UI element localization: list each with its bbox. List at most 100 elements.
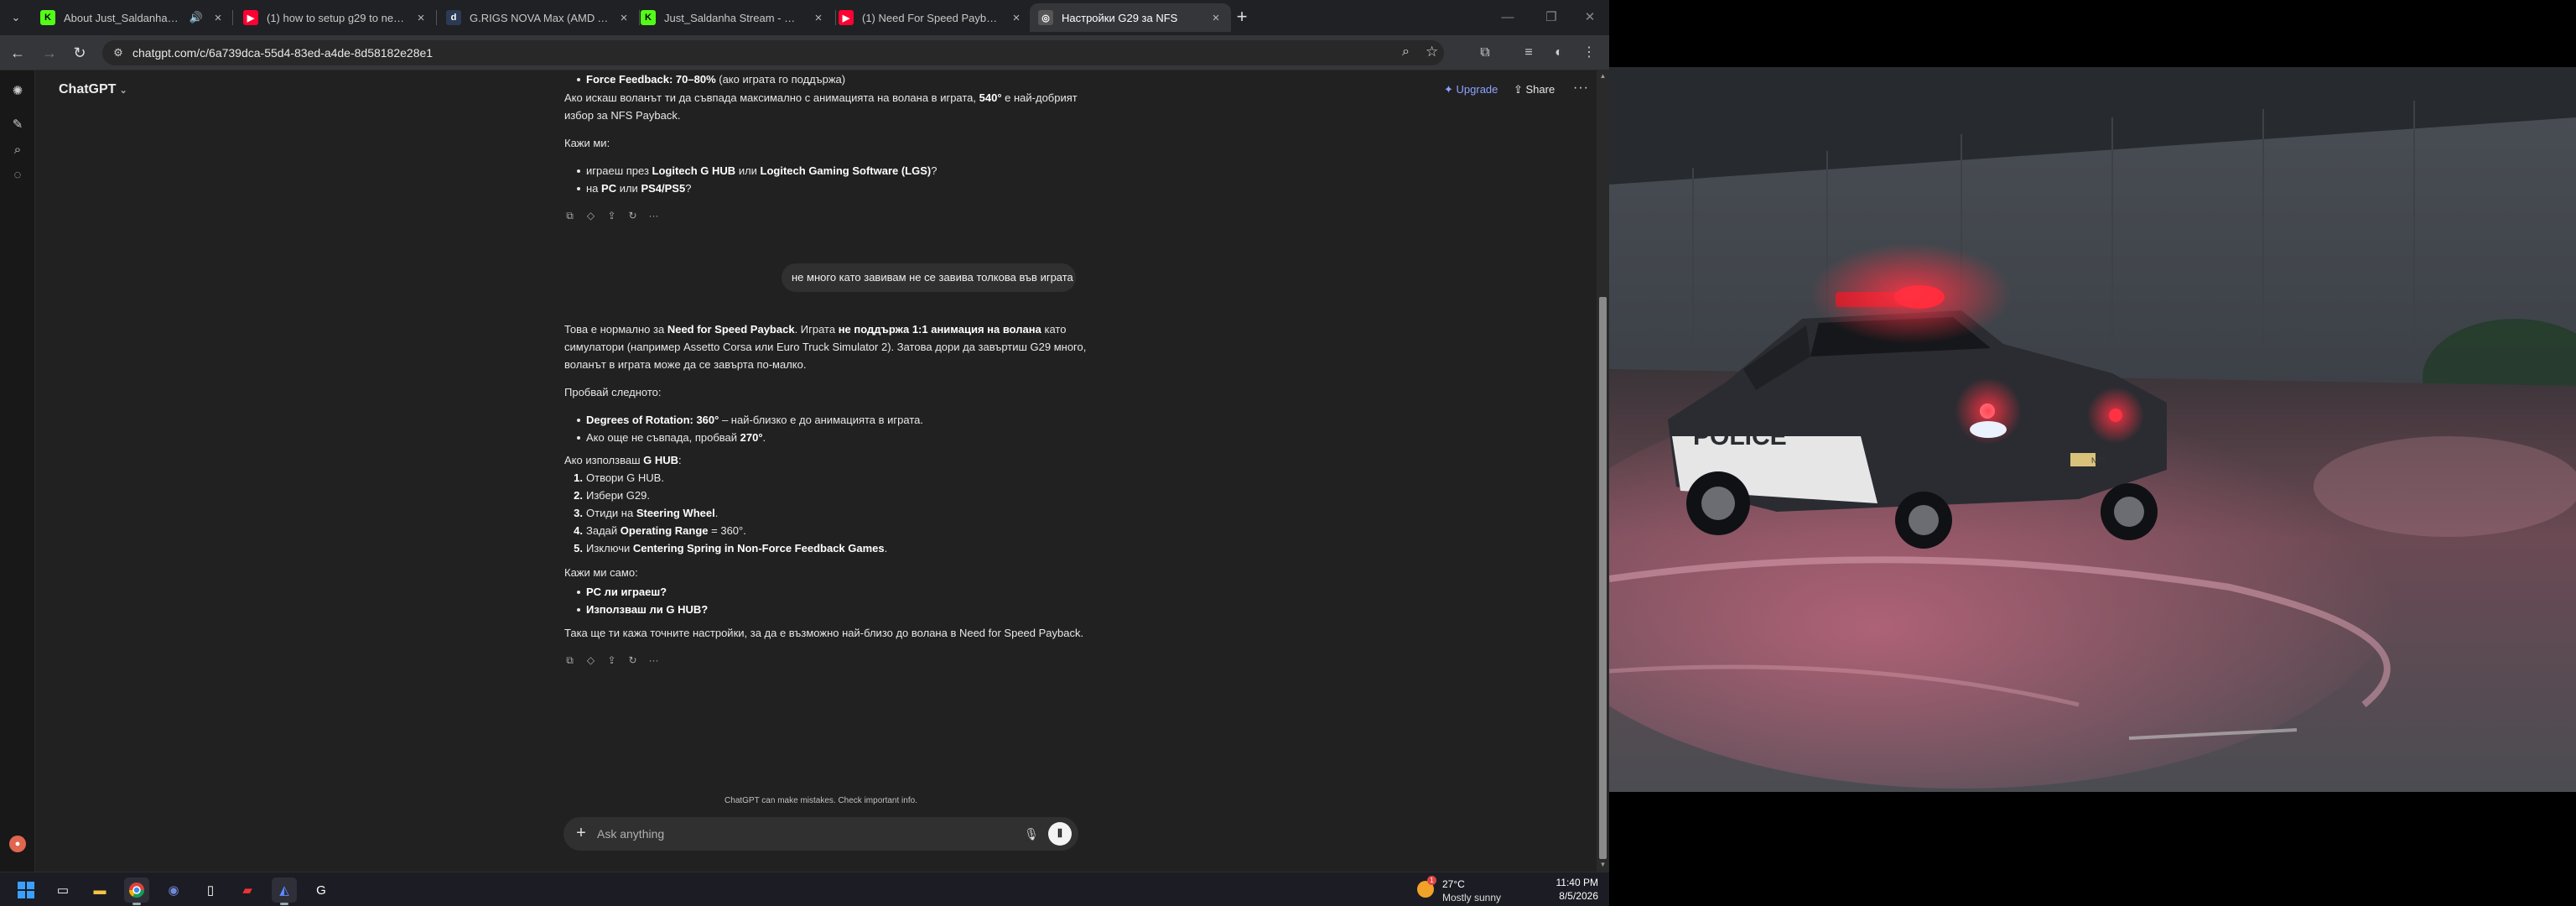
police-car-scene: NFS POLICE: [1609, 67, 2576, 792]
tab-kick-about[interactable]: K About Just_Saldanha - Watch 🔊 ×: [32, 3, 233, 32]
tab-search-icon[interactable]: ⌄: [5, 7, 27, 29]
speaker-icon[interactable]: 🔊: [190, 11, 203, 24]
tab-title: (1) how to setup g29 to need fo: [267, 11, 406, 24]
disclaimer: ChatGPT can make mistakes. Check importa…: [724, 796, 917, 805]
regenerate-icon[interactable]: ↻: [627, 207, 638, 221]
url-text[interactable]: chatgpt.com/c/6a739dca-55d4-83ed-a4de-8d…: [132, 46, 433, 60]
thumbs-icon[interactable]: ◇: [585, 207, 596, 221]
ordered-item: 5. Изключи Centering Spring in Non-Force …: [574, 542, 888, 555]
tab-kick-stream[interactable]: K Just_Saldanha Stream - Watch ×: [632, 3, 834, 32]
close-tab-icon[interactable]: ×: [617, 11, 631, 25]
paragraph: симулатори (например Assetto Corsa или E…: [564, 341, 1087, 353]
address-bar[interactable]: ⚙ chatgpt.com/c/6a739dca-55d4-83ed-a4de-…: [102, 40, 1444, 65]
profile-icon[interactable]: ◐: [1548, 42, 1570, 64]
notepad-icon[interactable]: ▯: [198, 877, 223, 903]
game-screenshot-panel: NFS POLICE: [1609, 0, 2576, 906]
add-attachment-icon[interactable]: +: [572, 824, 590, 842]
prompt-input[interactable]: [597, 825, 983, 842]
library-icon[interactable]: ◌: [8, 166, 27, 185]
discord-icon[interactable]: ◉: [161, 877, 186, 903]
share-button[interactable]: ⇪ Share: [1514, 83, 1555, 96]
close-tab-icon[interactable]: ×: [812, 11, 825, 25]
minimize-button[interactable]: —: [1491, 7, 1524, 29]
police-text: POLICE: [1693, 423, 1787, 450]
tab-strip: ⌄ K About Just_Saldanha - Watch 🔊 × ▶ (1…: [0, 0, 1609, 35]
chatgpt-logo-icon[interactable]: ✺: [8, 82, 27, 101]
list-item: Degrees of Rotation: 360° – най-близко е…: [577, 411, 923, 429]
weather-widget[interactable]: 1 27°C Mostly sunny: [1417, 876, 1535, 904]
scrollbar[interactable]: ▲ ▼: [1597, 70, 1609, 872]
game-app-icon[interactable]: ▰: [235, 877, 260, 903]
close-tab-icon[interactable]: ×: [1010, 11, 1023, 25]
share-icon[interactable]: ⇪: [606, 207, 617, 221]
tab-grigs[interactable]: d G.RIGS NOVA Max (AMD AM5) ×: [438, 3, 639, 32]
kick-icon: K: [40, 10, 55, 25]
chrome-icon[interactable]: [124, 877, 149, 905]
copy-icon[interactable]: ⧉: [564, 652, 575, 666]
windows-start-icon[interactable]: [13, 877, 39, 903]
reload-icon[interactable]: ↻: [69, 42, 91, 64]
regenerate-icon[interactable]: ↻: [627, 652, 638, 666]
message-actions: ⧉ ◇ ⇪ ↻ ···: [564, 652, 659, 666]
paragraph: воланът в играта може да се завърта по-м…: [564, 358, 807, 371]
more-icon[interactable]: ···: [648, 652, 659, 666]
youtube-icon: ▶: [243, 10, 258, 25]
weather-condition: Mostly sunny: [1442, 892, 1502, 903]
share-label: Share: [1525, 83, 1555, 96]
paragraph: Така ще ти кажа точните настройки, за да…: [564, 627, 1084, 639]
search-chats-icon[interactable]: ⌕: [8, 141, 27, 159]
bookmark-star-icon[interactable]: ☆: [1426, 44, 1438, 60]
new-tab-button[interactable]: +: [1231, 7, 1253, 29]
user-message: не много като завивам не се завива толко…: [782, 263, 1076, 292]
forward-icon[interactable]: →: [39, 42, 60, 64]
browser-menu-icon[interactable]: ⋮: [1578, 42, 1600, 64]
paragraph: Ако използваш G HUB:: [564, 454, 682, 466]
system-clock[interactable]: 11:40 PM 8/5/2026: [1540, 876, 1598, 903]
scrollbar-thumb[interactable]: [1599, 297, 1607, 859]
back-icon[interactable]: ←: [7, 42, 29, 64]
more-options-icon[interactable]: ···: [1573, 81, 1589, 96]
tab-youtube-g29[interactable]: ▶ (1) how to setup g29 to need fo ×: [235, 3, 436, 32]
tab-title: (1) Need For Speed Payback - G: [862, 11, 1001, 24]
model-label: ChatGPT: [59, 82, 117, 96]
close-window-button[interactable]: ✕: [1573, 7, 1607, 29]
close-tab-icon[interactable]: ×: [414, 11, 428, 25]
more-icon[interactable]: ···: [648, 207, 659, 221]
list-item: на PC или PS4/PS5?: [576, 180, 691, 197]
microphone-icon[interactable]: 🎙: [1023, 825, 1040, 842]
ordered-item: 1. Отвори G HUB.: [574, 471, 664, 484]
model-selector[interactable]: ChatGPT ⌄: [59, 82, 127, 97]
avatar[interactable]: ●: [9, 836, 26, 852]
zoom-icon[interactable]: ⌕: [1402, 44, 1410, 60]
upgrade-button[interactable]: ✦ Upgrade: [1444, 83, 1498, 96]
tab-title: Just_Saldanha Stream - Watch: [664, 11, 803, 24]
share-icon[interactable]: ⇪: [606, 652, 617, 666]
paragraph: Това е нормално за Need for Speed Paybac…: [564, 323, 1067, 336]
ordered-item: 3. Отиди на Steering Wheel.: [574, 507, 719, 519]
paragraph: избор за NFS Payback.: [564, 109, 681, 122]
ordered-item: 2. Избери G29.: [574, 489, 650, 502]
thumbs-icon[interactable]: ◇: [585, 652, 596, 666]
scroll-down-icon[interactable]: ▼: [1599, 861, 1607, 868]
list-item: Force Feedback: 70–80% (ако играта го по…: [576, 70, 845, 88]
composer: + 🎙 ⦀: [564, 817, 1078, 851]
scroll-up-icon[interactable]: ▲: [1599, 72, 1607, 80]
obs-icon[interactable]: ◭: [272, 877, 297, 905]
copy-icon[interactable]: ⧉: [564, 207, 575, 221]
new-chat-icon[interactable]: ✎: [8, 116, 27, 134]
tab-youtube-nfs[interactable]: ▶ (1) Need For Speed Payback - G ×: [830, 3, 1031, 32]
tab-chatgpt-active[interactable]: ◎ Настройки G29 за NFS ×: [1030, 3, 1231, 32]
clock-time: 11:40 PM: [1555, 877, 1598, 888]
restore-button[interactable]: ❐: [1535, 7, 1568, 29]
media-controls-icon[interactable]: ≡: [1518, 42, 1540, 64]
file-explorer-icon[interactable]: ▬: [87, 877, 112, 903]
site-info-icon[interactable]: ⚙: [111, 45, 126, 60]
voice-mode-button[interactable]: ⦀: [1048, 822, 1072, 846]
extensions-icon[interactable]: ⧉: [1474, 42, 1496, 64]
list-item: Използваш ли G HUB?: [576, 601, 708, 618]
youtube-icon: ▶: [839, 10, 854, 25]
logitech-ghub-icon[interactable]: G: [309, 877, 334, 903]
task-view-icon[interactable]: ▭: [50, 877, 75, 903]
close-tab-icon[interactable]: ×: [1209, 11, 1223, 25]
close-tab-icon[interactable]: ×: [211, 11, 225, 25]
